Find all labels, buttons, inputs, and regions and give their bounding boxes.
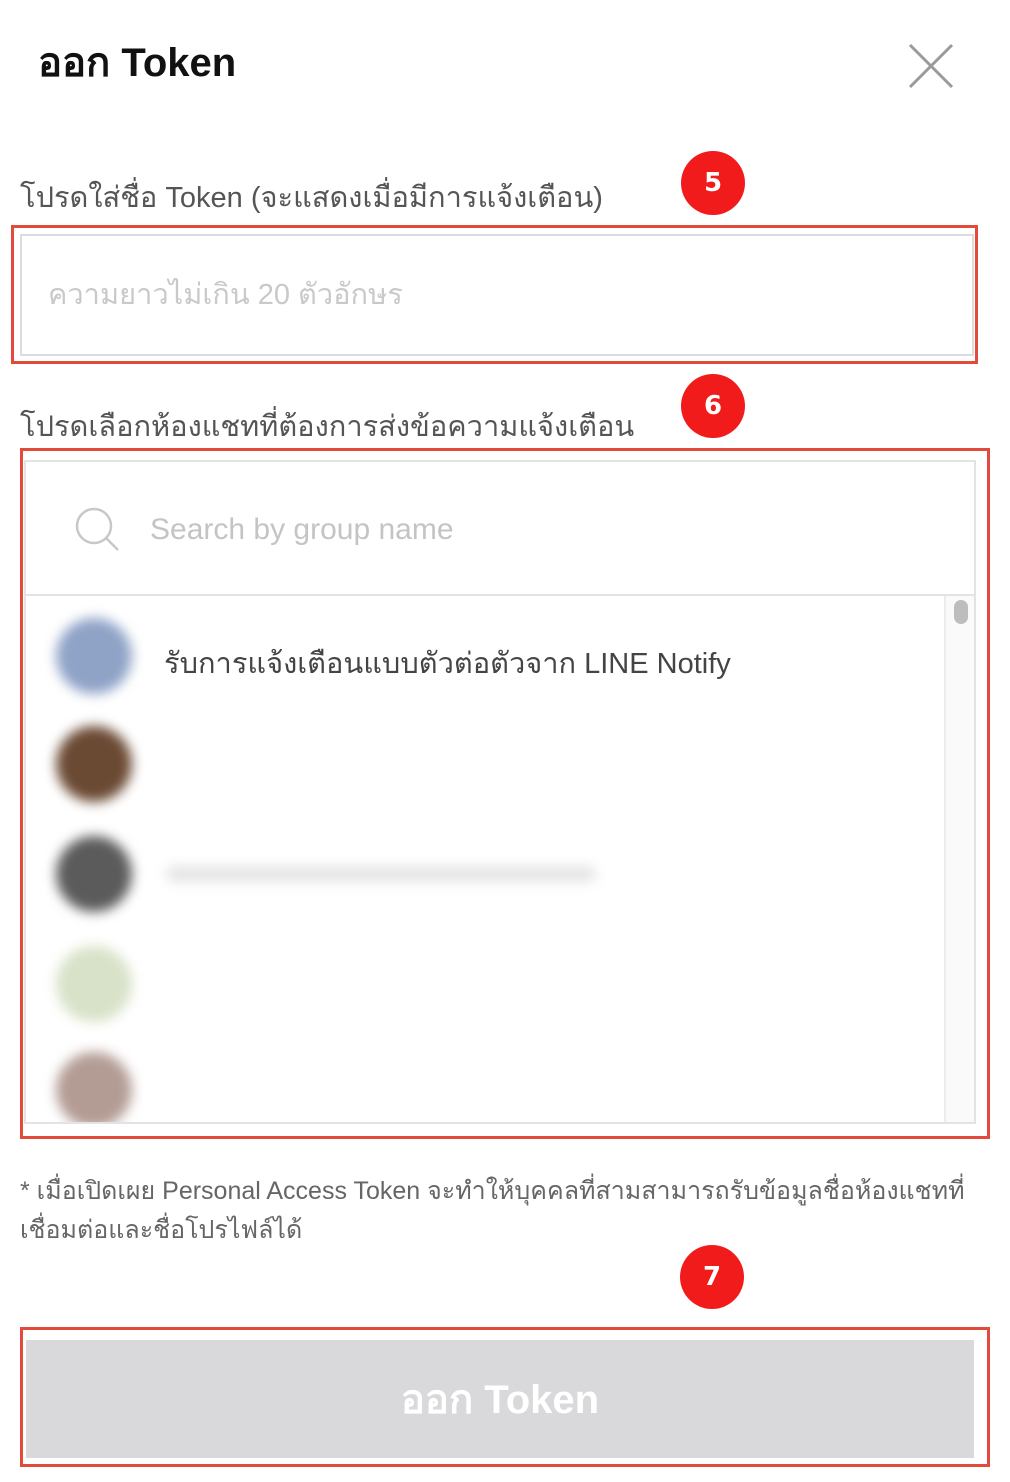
search-row [26,462,974,596]
annotation-badge-7: 7 [680,1245,744,1309]
privacy-note: * เมื่อเปิดเผย Personal Access Token จะท… [20,1177,965,1244]
token-name-label: โปรดใส่ชื่อ Token (จะแสดงเมื่อมีการแจ้งเ… [20,182,603,214]
chat-room-panel: รับการแจ้งเตือนแบบตัวต่อตัวจาก LINE Noti… [24,460,976,1124]
list-scrollbar[interactable] [944,596,974,1122]
search-icon [75,507,119,551]
avatar [56,836,132,912]
token-name-input[interactable] [20,234,974,356]
group-search-input[interactable] [148,500,932,560]
avatar [56,618,132,694]
annotation-badge-5: 5 [681,151,745,215]
dialog-title: ออก Token [38,41,237,85]
avatar [56,1052,132,1122]
chat-room-list: รับการแจ้งเตือนแบบตัวต่อตัวจาก LINE Noti… [26,596,944,1122]
annotation-badge-6: 6 [681,374,745,438]
avatar [56,726,132,802]
list-item[interactable] [26,1036,944,1122]
issue-token-button[interactable]: ออก Token [26,1340,974,1458]
chat-room-name: รับการแจ้งเตือนแบบตัวต่อตัวจาก LINE Noti… [164,648,731,680]
close-icon[interactable] [905,40,957,92]
list-item[interactable] [26,930,944,1038]
close-button[interactable] [905,40,957,92]
chat-select-label: โปรดเลือกห้องแชทที่ต้องการส่งข้อความแจ้ง… [20,411,635,443]
blurred-room-name [166,866,596,882]
list-item[interactable] [26,710,944,818]
list-item[interactable] [26,820,944,928]
avatar [56,946,132,1022]
list-item[interactable]: รับการแจ้งเตือนแบบตัวต่อตัวจาก LINE Noti… [26,602,944,710]
scrollbar-thumb[interactable] [954,600,968,624]
